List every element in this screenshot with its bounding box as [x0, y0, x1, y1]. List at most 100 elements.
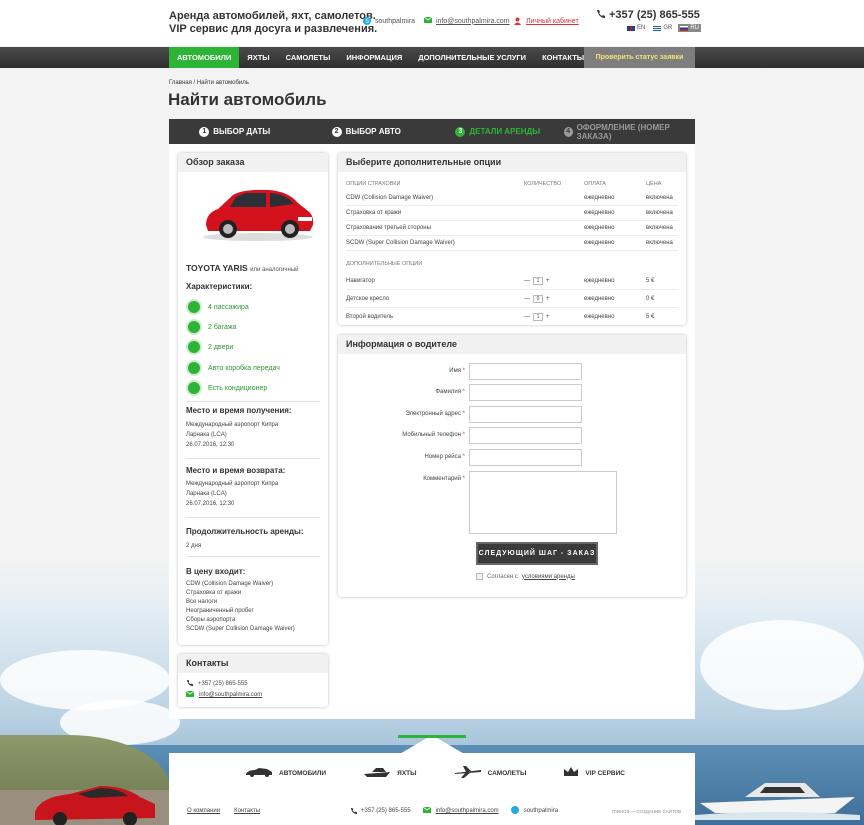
step-2[interactable]: 2 Выбор авто [301, 119, 433, 144]
lang-gr[interactable]: GR [651, 24, 674, 32]
footer-about-link[interactable]: О компании [187, 808, 220, 814]
minus-icon[interactable]: — [524, 314, 530, 320]
order-summary-card: Обзор заказа TOYOTA YARIS или аналогичны… [178, 153, 328, 645]
lang-en[interactable]: EN [625, 24, 647, 32]
header-phone: +357 (25) 865-555 [596, 9, 700, 21]
terms-agreement: Согласен с условиями аренды [476, 573, 575, 580]
first-name-field[interactable] [469, 363, 582, 380]
mail-icon [423, 16, 433, 25]
field-label: Электронный адрес * [405, 411, 465, 417]
site-header: Аренда автомобилей, яхт, самолетов. VIP … [0, 0, 864, 46]
next-step-button[interactable]: Следующий шаг - заказ [476, 542, 598, 565]
divider [186, 458, 320, 459]
language-switcher: EN GR RU [625, 24, 702, 32]
driver-info-card: Информация о водителе Имя * Фамилия * Эл… [338, 335, 686, 597]
duration-value: 2 дня [186, 543, 202, 549]
email-field[interactable] [469, 406, 582, 423]
car-model: TOYOTA YARIS [186, 263, 248, 273]
option-price: включена [646, 210, 673, 216]
driver-info-title: Информация о водителе [338, 335, 686, 354]
contacts-title: Контакты [178, 654, 328, 673]
footer-cat-yachts[interactable]: Яхты [363, 765, 416, 781]
footer-peak-decoration [398, 735, 466, 755]
contacts-card: Контакты +357 (25) 865-555 info@southpal… [178, 654, 328, 707]
footer-credit[interactable]: ГЛИНОЗ — СОЗДАНИЕ САЙТОВ [612, 809, 681, 814]
nav-item-planes[interactable]: Самолеты [278, 47, 339, 68]
check-status-button[interactable]: Проверить статус заявки [584, 47, 695, 68]
option-name: Страхование третьей стороны [346, 225, 431, 231]
car-image [203, 189, 314, 241]
main-navigation: Автомобили Яхты Самолеты Информация Допо… [0, 47, 864, 68]
footer-email[interactable]: info@southpalmira.com [436, 808, 499, 814]
label-text: Электронный адрес [405, 411, 461, 417]
step-1[interactable]: 1 Выбор даты [169, 119, 301, 144]
nav-item-cars[interactable]: Автомобили [169, 47, 240, 68]
header-email-link[interactable]: info@southpalmira.com [423, 16, 510, 25]
form-row-flight: Номер рейса * [338, 449, 582, 466]
form-row-name: Имя * [338, 363, 582, 380]
crown-icon [563, 766, 579, 780]
yacht-icon [363, 766, 391, 780]
option-name: CDW (Collision Damage Waiver) [346, 195, 434, 201]
quantity-value[interactable]: 1 [533, 313, 543, 321]
included-item: Страховка от кражи [186, 590, 242, 596]
lang-en-label: EN [637, 25, 646, 31]
plus-icon[interactable]: + [546, 278, 550, 284]
footer-cat-cars[interactable]: Автомобили [245, 765, 326, 781]
contact-email[interactable]: info@southpalmira.com [185, 690, 262, 699]
table-row: Страхование третьей стороны ежедневно вклю… [346, 221, 678, 236]
plus-icon[interactable]: + [546, 314, 550, 320]
options-card: Выберите дополнительные опции Опции стра… [338, 153, 686, 325]
footer-cat-vip[interactable]: VIP сервис [563, 765, 625, 781]
flight-number-field[interactable] [469, 449, 582, 466]
divider [186, 401, 320, 402]
included-list: CDW (Collision Damage Waiver) Страховка … [186, 580, 295, 634]
feature-doors: 2 двери [186, 339, 233, 355]
footer-contacts-link[interactable]: Контакты [234, 808, 260, 814]
phone-icon [596, 9, 605, 21]
gearbox-icon [186, 360, 202, 376]
russia-flag-icon [680, 25, 689, 31]
return-details: Международный аэропорт Кипра Ларнака (LC… [186, 479, 278, 509]
extras-header: Дополнительные опции [346, 261, 678, 267]
phone-field[interactable] [469, 427, 582, 444]
option-price: включена [646, 240, 673, 246]
pickup-date: 26.07.2016, 12:30 [186, 442, 235, 448]
footer-cat-planes[interactable]: Самолеты [454, 765, 526, 781]
cabinet-link[interactable]: Личный кабинет [514, 17, 579, 25]
terms-link[interactable]: условиями аренды [522, 574, 575, 580]
terms-checkbox[interactable] [476, 573, 483, 580]
minus-icon[interactable]: — [524, 296, 530, 302]
step-label: Детали аренды [469, 127, 541, 136]
breadcrumb[interactable]: Главная / Найти автомобиль [169, 80, 249, 86]
lang-ru[interactable]: RU [678, 24, 702, 32]
nav-item-info[interactable]: Информация [338, 47, 410, 68]
form-row-surname: Фамилия * [338, 384, 582, 401]
table-row: CDW (Collision Damage Waiver) ежедневно вк… [346, 191, 678, 206]
nav-item-yachts[interactable]: Яхты [239, 47, 277, 68]
feature-ac: Есть кондиционер [186, 380, 267, 396]
quantity-value[interactable]: 0 [533, 294, 543, 303]
field-label: Номер рейса * [424, 454, 465, 460]
skype-icon [510, 806, 519, 816]
feature-label: 4 пассажира [208, 303, 249, 311]
phone-number: +357 (25) 865-555 [609, 9, 700, 21]
feature-label: Есть кондиционер [208, 384, 268, 392]
skype-link[interactable]: S southpalmira [363, 17, 415, 25]
last-name-field[interactable] [469, 384, 582, 401]
included-item: Все налоги [186, 599, 218, 605]
included-item: Сборы аэропорта [186, 617, 236, 623]
tagline-line-1: Аренда автомобилей, яхт, самолетов. [169, 10, 376, 22]
minus-icon[interactable]: — [524, 278, 530, 284]
comment-field[interactable] [469, 471, 617, 534]
footer-bottom-bar: О компании Контакты +357 (25) 865-555 in… [187, 806, 681, 816]
skype-icon: S [363, 17, 371, 25]
quantity-value[interactable]: 1 [533, 276, 543, 285]
option-pay: ежедневно [584, 210, 615, 216]
nav-item-extra-services[interactable]: Дополнительные услуги [410, 47, 534, 68]
footer-cat-label: Автомобили [279, 769, 327, 777]
step-number: 1 [199, 126, 210, 137]
lang-ru-label: RU [690, 25, 700, 31]
car-similar-note: или аналогичный [250, 267, 299, 273]
plus-icon[interactable]: + [546, 296, 550, 302]
